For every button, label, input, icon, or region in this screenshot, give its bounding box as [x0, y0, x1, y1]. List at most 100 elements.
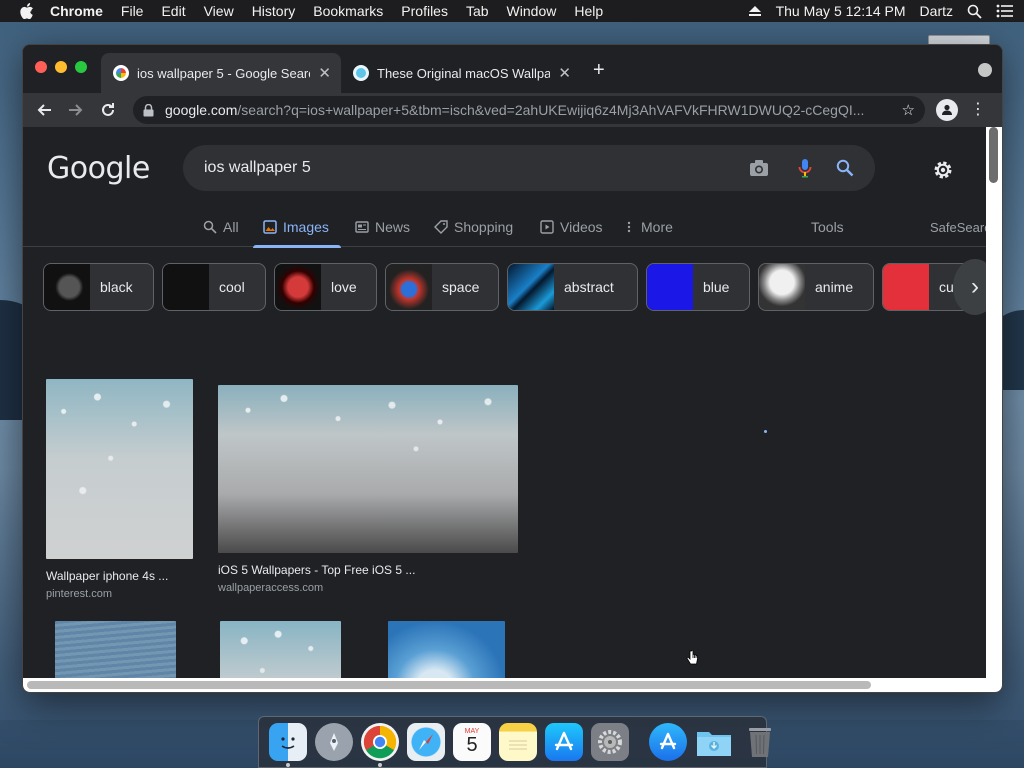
tab-videos[interactable]: Videos	[540, 216, 603, 238]
tab-shopping[interactable]: Shopping	[434, 216, 513, 238]
browser-window: ios wallpaper 5 - Google Search ✕ These …	[22, 44, 1003, 693]
notes-icon[interactable]	[499, 723, 537, 761]
zoom-window-button[interactable]	[75, 61, 87, 73]
chip-love[interactable]: love	[274, 263, 377, 311]
menu-history[interactable]: History	[252, 3, 296, 19]
image-result[interactable]: Wallpaper iphone 4s ... pinterest.com	[46, 379, 193, 600]
chrome-icon[interactable]	[361, 723, 399, 767]
menu-bookmarks[interactable]: Bookmarks	[313, 3, 383, 19]
horizontal-scrollbar[interactable]	[23, 678, 988, 692]
vertical-scrollbar[interactable]	[986, 127, 1002, 692]
chip-anime[interactable]: anime	[758, 263, 874, 311]
menu-app-name[interactable]: Chrome	[50, 3, 103, 19]
chip-black[interactable]: black	[43, 263, 154, 311]
chip-thumbnail	[386, 264, 432, 310]
system-preferences-icon[interactable]	[591, 723, 629, 761]
camera-search-icon[interactable]	[749, 158, 769, 178]
safesearch-button[interactable]: SafeSearch	[930, 216, 988, 238]
address-bar[interactable]: google.com/search?q=ios+wallpaper+5&tbm=…	[133, 96, 925, 124]
tag-icon	[434, 220, 448, 234]
menu-clock[interactable]: Thu May 5 12:14 PM	[776, 3, 906, 19]
menu-user[interactable]: Dartz	[920, 3, 953, 19]
site-icon	[353, 65, 369, 81]
tab-search-icon[interactable]	[978, 63, 992, 77]
chrome-menu-icon[interactable]: ⋮	[970, 99, 986, 121]
menu-file[interactable]: File	[121, 3, 144, 19]
app-store-download-icon[interactable]	[649, 723, 687, 761]
menu-edit[interactable]: Edit	[161, 3, 185, 19]
tab-label: Images	[283, 219, 329, 235]
finder-icon[interactable]	[269, 723, 307, 767]
profile-avatar-icon[interactable]	[936, 99, 958, 121]
app-store-icon[interactable]	[545, 723, 583, 761]
back-icon[interactable]	[33, 99, 55, 121]
eject-icon[interactable]	[748, 5, 762, 17]
safari-icon[interactable]	[407, 723, 445, 761]
calendar-icon[interactable]: MAY 5	[453, 723, 491, 761]
spotlight-search-icon[interactable]	[967, 4, 982, 19]
voice-search-icon[interactable]	[795, 158, 815, 178]
chip-space[interactable]: space	[385, 263, 499, 311]
image-icon	[263, 220, 277, 234]
chip-thumbnail	[163, 264, 209, 310]
chip-abstract[interactable]: abstract	[507, 263, 638, 311]
search-submit-icon[interactable]	[835, 158, 855, 178]
apple-menu-icon[interactable]	[20, 3, 36, 19]
close-tab-icon[interactable]: ✕	[318, 64, 331, 82]
menu-view[interactable]: View	[204, 3, 234, 19]
menu-help[interactable]: Help	[574, 3, 603, 19]
menu-bar: Chrome File Edit View History Bookmarks …	[0, 0, 1024, 22]
active-tab-indicator	[253, 245, 341, 248]
bookmark-star-icon[interactable]: ☆	[902, 101, 915, 119]
chip-label: cool	[219, 279, 245, 295]
tab-label: More	[641, 219, 673, 235]
news-icon	[355, 220, 369, 234]
menu-window[interactable]: Window	[507, 3, 557, 19]
tab-label: News	[375, 219, 411, 235]
close-window-button[interactable]	[35, 61, 47, 73]
chip-label: anime	[815, 279, 854, 295]
tab-more[interactable]: More	[627, 216, 673, 238]
close-tab-icon[interactable]: ✕	[558, 64, 571, 82]
search-input[interactable]	[204, 159, 724, 177]
scrollbar-thumb[interactable]	[989, 127, 998, 183]
chip-thumbnail	[759, 264, 805, 310]
notification-center-icon[interactable]	[996, 4, 1014, 18]
hand-cursor-icon	[686, 649, 698, 666]
settings-gear-icon[interactable]	[932, 159, 954, 181]
chip-blue[interactable]: blue	[646, 263, 750, 311]
tab-all[interactable]: All	[203, 216, 239, 238]
tab-google-search[interactable]: ios wallpaper 5 - Google Search ✕	[101, 53, 341, 93]
result-thumbnail	[218, 385, 518, 553]
menu-tab[interactable]: Tab	[466, 3, 489, 19]
dock: MAY 5	[258, 716, 771, 768]
image-result[interactable]: iOS 5 Wallpapers - Top Free iOS 5 ... wa…	[218, 385, 518, 594]
tools-button[interactable]: Tools	[811, 216, 844, 238]
new-tab-icon[interactable]: +	[593, 59, 605, 82]
video-icon	[540, 220, 554, 234]
minimize-window-button[interactable]	[55, 61, 67, 73]
trash-icon[interactable]	[741, 723, 779, 761]
result-source: wallpaperaccess.com	[218, 582, 324, 594]
tab-images[interactable]: Images	[253, 216, 341, 248]
result-source: pinterest.com	[46, 588, 113, 600]
google-logo[interactable]: Google	[47, 151, 150, 186]
chip-thumbnail	[44, 264, 90, 310]
tab-news[interactable]: News	[355, 216, 410, 238]
tab-label: Videos	[560, 219, 603, 235]
url-path: /search?q=ios+wallpaper+5&tbm=isch&ved=2…	[237, 102, 865, 118]
tab-strip: ios wallpaper 5 - Google Search ✕ These …	[23, 45, 1002, 93]
reload-icon[interactable]	[97, 99, 119, 121]
forward-icon[interactable]	[65, 99, 87, 121]
tab-macos-wallpapers[interactable]: These Original macOS Wallpapers ✕	[341, 53, 581, 93]
chip-cool[interactable]: cool	[162, 263, 266, 311]
tab-label: All	[223, 219, 239, 235]
url-host: google.com	[165, 102, 238, 118]
downloads-folder-icon[interactable]	[695, 723, 733, 761]
chip-label: love	[331, 279, 357, 295]
refinement-chips: black cool love space abstract blue anim…	[43, 263, 988, 311]
menu-profiles[interactable]: Profiles	[401, 3, 448, 19]
launchpad-icon[interactable]	[315, 723, 353, 761]
scrollbar-thumb[interactable]	[27, 681, 871, 689]
lock-icon[interactable]	[143, 103, 155, 117]
